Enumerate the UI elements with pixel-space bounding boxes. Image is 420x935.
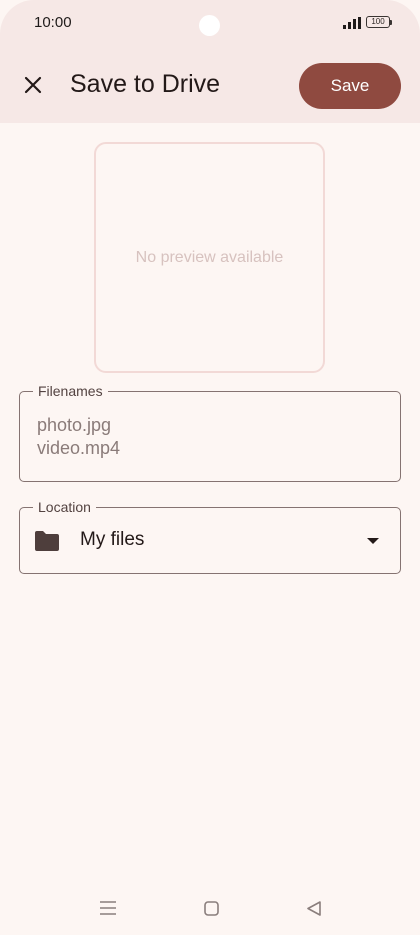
signal-icon (343, 17, 361, 29)
preview-box: No preview available (94, 142, 325, 373)
camera-cutout (199, 15, 220, 36)
page-title: Save to Drive (70, 70, 221, 98)
back-icon[interactable] (306, 901, 322, 916)
top-app-bar: 10:00 100 Save to Drive Save (0, 0, 420, 123)
dropdown-arrow-icon (367, 538, 379, 544)
menu-icon[interactable] (99, 900, 117, 916)
status-time: 10:00 (34, 14, 72, 31)
save-button[interactable]: Save (299, 63, 401, 109)
filenames-label: Filenames (33, 383, 108, 399)
file-item: video.mp4 (37, 438, 121, 458)
close-icon (24, 76, 42, 94)
screen: 10:00 100 Save to Drive Save No preview … (0, 0, 420, 935)
file-list: photo.jpg video.mp4 (37, 414, 120, 460)
home-icon[interactable] (204, 901, 219, 916)
navigation-bar (0, 893, 420, 925)
battery-level: 100 (371, 17, 385, 26)
file-item: photo.jpg (37, 415, 112, 435)
folder-icon (35, 531, 59, 551)
filenames-field[interactable]: Filenames photo.jpg video.mp4 (19, 383, 401, 482)
location-label: Location (33, 499, 96, 515)
battery-icon: 100 (366, 16, 390, 28)
location-dropdown[interactable]: Location My files (19, 499, 401, 574)
preview-placeholder: No preview available (135, 248, 284, 266)
close-button[interactable] (18, 70, 48, 100)
battery-tip (390, 20, 392, 25)
location-value: My files (80, 529, 145, 550)
